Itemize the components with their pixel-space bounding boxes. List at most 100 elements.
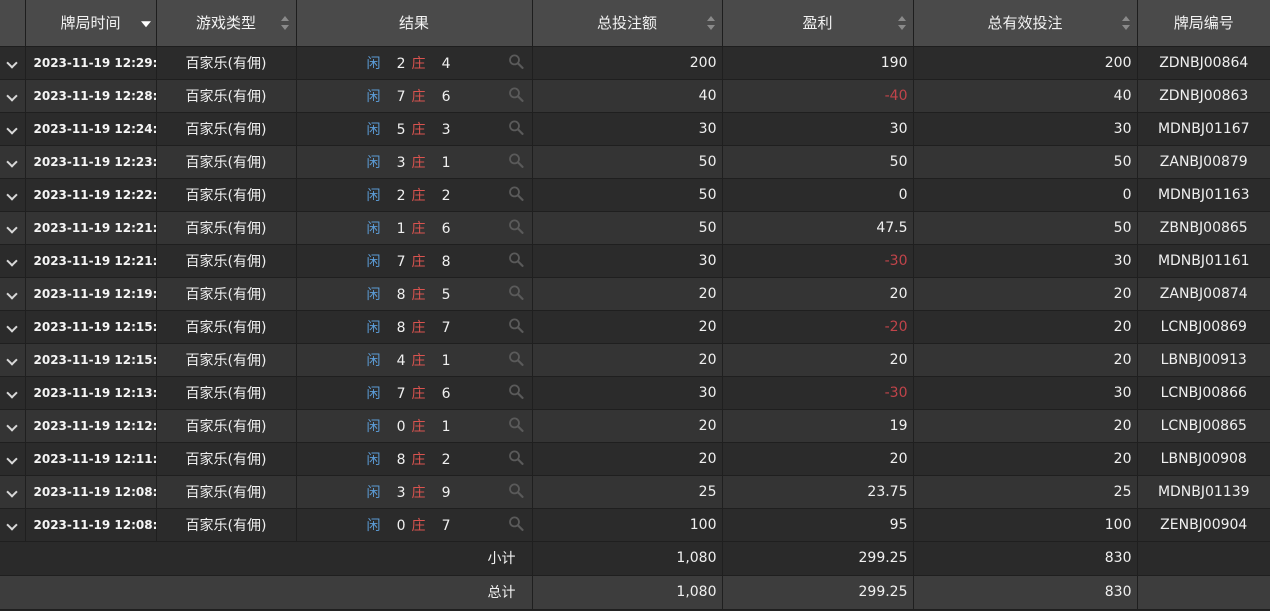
time-cell: 2023-11-19 12:19:38 [25, 277, 157, 311]
chevron-down-icon[interactable] [6, 452, 18, 465]
expand-cell[interactable] [0, 343, 26, 377]
chevron-down-icon[interactable] [6, 221, 18, 234]
sort-icon[interactable] [897, 15, 906, 30]
type-cell: 百家乐(有佣) [156, 310, 297, 344]
expand-cell[interactable] [0, 244, 26, 278]
chevron-down-icon[interactable] [6, 386, 18, 399]
banker-score: 5 [441, 286, 451, 303]
search-icon[interactable] [508, 218, 524, 234]
search-icon[interactable] [508, 53, 524, 69]
sort-icon[interactable] [1121, 15, 1130, 30]
expand-cell[interactable] [0, 46, 26, 80]
search-icon[interactable] [508, 185, 524, 201]
search-icon[interactable] [508, 515, 524, 531]
expand-cell[interactable] [0, 310, 26, 344]
player-label: 闲 [366, 187, 381, 204]
result-values: 闲3庄1 [367, 152, 451, 172]
player-label: 闲 [366, 121, 381, 138]
round-code-cell: MDNBJ01139 [1137, 475, 1270, 509]
profit-cell: -30 [722, 244, 914, 278]
table-row: 2023-11-19 12:08:27百家乐(有佣)闲0庄710095100ZE… [0, 508, 1270, 542]
valid-bet-cell: 30 [913, 244, 1138, 278]
expand-cell[interactable] [0, 211, 26, 245]
type-cell: 百家乐(有佣) [156, 343, 297, 377]
profit-cell: 20 [722, 277, 914, 311]
subtotal-row: 小计 1,080 299.25 830 [0, 541, 1270, 576]
expand-cell[interactable] [0, 145, 26, 179]
expand-cell[interactable] [0, 376, 26, 410]
chevron-down-icon[interactable] [6, 56, 18, 69]
search-icon[interactable] [508, 152, 524, 168]
bet-cell: 40 [532, 79, 723, 113]
search-icon[interactable] [508, 449, 524, 465]
type-cell: 百家乐(有佣) [156, 46, 297, 80]
table-row: 2023-11-19 12:15:02百家乐(有佣)闲4庄1202020LBNB… [0, 343, 1270, 377]
expand-cell[interactable] [0, 112, 26, 146]
search-icon[interactable] [508, 119, 524, 135]
chevron-down-icon[interactable] [6, 188, 18, 201]
result-values: 闲7庄8 [367, 251, 451, 271]
expand-cell[interactable] [0, 178, 26, 212]
expand-cell[interactable] [0, 475, 26, 509]
round-code-cell: MDNBJ01163 [1137, 178, 1270, 212]
round-code-cell: ZANBJ00879 [1137, 145, 1270, 179]
search-icon[interactable] [508, 317, 524, 333]
search-icon[interactable] [508, 350, 524, 366]
banker-label: 庄 [411, 187, 426, 204]
search-icon[interactable] [508, 416, 524, 432]
header-profit[interactable]: 盈利 [722, 0, 914, 47]
search-icon[interactable] [508, 284, 524, 300]
player-score: 5 [396, 121, 406, 138]
player-score: 3 [396, 154, 406, 171]
expand-cell[interactable] [0, 79, 26, 113]
result-values: 闲2庄2 [367, 185, 451, 205]
result-cell: 闲2庄4 [296, 46, 533, 80]
header-type[interactable]: 游戏类型 [156, 0, 297, 47]
result-cell: 闲4庄1 [296, 343, 533, 377]
sort-icon[interactable] [706, 15, 715, 30]
chevron-down-icon[interactable] [6, 518, 18, 531]
chevron-down-icon[interactable] [6, 353, 18, 366]
chevron-down-icon[interactable] [6, 254, 18, 267]
result-cell: 闲0庄1 [296, 409, 533, 443]
search-icon[interactable] [508, 482, 524, 498]
banker-label: 庄 [411, 121, 426, 138]
chevron-down-icon[interactable] [6, 122, 18, 135]
banker-label: 庄 [411, 220, 426, 237]
chevron-down-icon[interactable] [6, 485, 18, 498]
player-label: 闲 [366, 451, 381, 468]
valid-bet-cell: 20 [913, 409, 1138, 443]
sort-icon[interactable] [280, 15, 289, 30]
expand-cell[interactable] [0, 508, 26, 542]
time-cell: 2023-11-19 12:29:38 [25, 46, 157, 80]
profit-cell: 95 [722, 508, 914, 542]
expand-cell[interactable] [0, 277, 26, 311]
header-valid[interactable]: 总有效投注 [913, 0, 1138, 47]
header-row: 牌局时间 游戏类型 结果 总投注额 盈利 总有效投注 牌局编号 [0, 0, 1270, 47]
chevron-down-icon[interactable] [6, 287, 18, 300]
header-code[interactable]: 牌局编号 [1137, 0, 1270, 47]
chevron-down-icon[interactable] [6, 419, 18, 432]
subtotal-profit: 299.25 [722, 541, 914, 576]
sort-desc-icon[interactable] [140, 20, 151, 27]
table-row: 2023-11-19 12:28:54百家乐(有佣)闲7庄640-4040ZDN… [0, 79, 1270, 113]
round-code-cell: ZANBJ00874 [1137, 277, 1270, 311]
search-icon[interactable] [508, 86, 524, 102]
header-result-label: 结果 [398, 14, 429, 33]
header-bet[interactable]: 总投注额 [532, 0, 723, 47]
header-time[interactable]: 牌局时间 [25, 0, 157, 47]
chevron-down-icon[interactable] [6, 89, 18, 102]
bet-cell: 100 [532, 508, 723, 542]
search-icon[interactable] [508, 251, 524, 267]
player-score: 7 [396, 88, 406, 105]
type-cell: 百家乐(有佣) [156, 475, 297, 509]
expand-cell[interactable] [0, 409, 26, 443]
expand-cell[interactable] [0, 442, 26, 476]
search-icon[interactable] [508, 383, 524, 399]
bet-cell: 50 [532, 178, 723, 212]
chevron-down-icon[interactable] [6, 155, 18, 168]
player-score: 0 [396, 517, 406, 534]
time-cell: 2023-11-19 12:08:42 [25, 475, 157, 509]
player-score: 4 [396, 352, 406, 369]
chevron-down-icon[interactable] [6, 320, 18, 333]
